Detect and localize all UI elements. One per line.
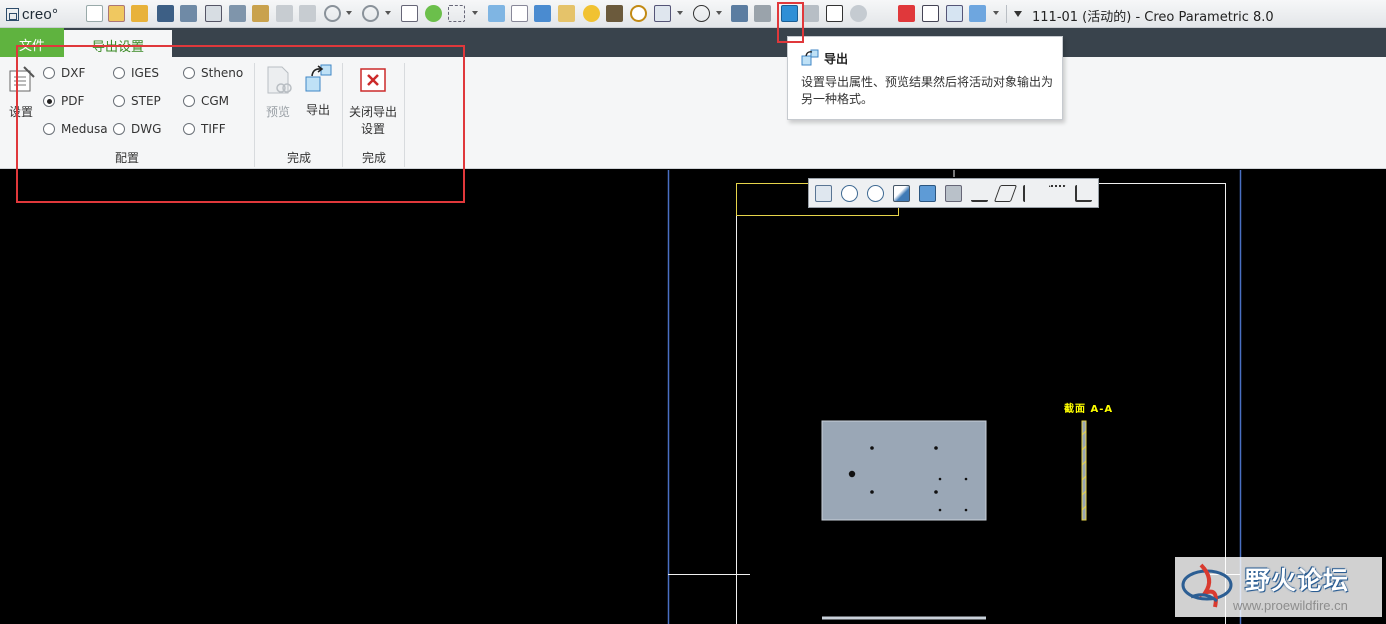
- page-setup-icon[interactable]: [802, 5, 819, 22]
- export-icon: [801, 49, 819, 66]
- refit-icon[interactable]: [815, 184, 832, 202]
- graphics-area[interactable]: [0, 170, 1386, 624]
- rename-icon[interactable]: [276, 5, 293, 22]
- check-icon[interactable]: [731, 5, 748, 22]
- display-style-icon[interactable]: [919, 184, 936, 202]
- import-icon[interactable]: [534, 5, 551, 22]
- export-tooltip: 导出 设置导出属性、预览结果然后将活动对象输出为另一种格式。: [787, 36, 1063, 120]
- watermark-url: www.proewildfire.cn: [1233, 598, 1348, 613]
- redo-icon[interactable]: [362, 5, 379, 22]
- view-dropdown-icon[interactable]: [993, 11, 999, 15]
- smiley-icon[interactable]: [583, 5, 600, 22]
- target-icon[interactable]: [630, 5, 647, 22]
- cancel-x-icon[interactable]: [874, 5, 891, 22]
- backup-icon[interactable]: [252, 5, 269, 22]
- eraser-icon[interactable]: [488, 5, 505, 22]
- tools-icon[interactable]: [606, 5, 623, 22]
- csys-display-icon[interactable]: [1075, 184, 1092, 202]
- text-icon[interactable]: [401, 5, 418, 22]
- save-copy-icon[interactable]: [229, 5, 246, 22]
- table-icon[interactable]: [826, 5, 843, 22]
- window-icon[interactable]: [654, 5, 671, 22]
- watermark-name: 野火论坛: [1245, 566, 1350, 595]
- graphics-toolbar: [808, 178, 1099, 208]
- open-folder-icon[interactable]: [131, 5, 148, 22]
- datum-display-icon[interactable]: [971, 185, 988, 202]
- point-display-icon[interactable]: [1049, 184, 1066, 202]
- save-icon[interactable]: [157, 5, 174, 22]
- 3d-view-icon[interactable]: [969, 5, 986, 22]
- erase-icon[interactable]: [299, 5, 316, 22]
- forum-watermark: 野火论坛 www.proewildfire.cn: [1175, 557, 1382, 617]
- switch-window-icon[interactable]: [946, 5, 963, 22]
- redo-dropdown-icon[interactable]: [385, 11, 391, 15]
- plane-display-icon[interactable]: [993, 184, 1018, 202]
- save-as-icon[interactable]: [180, 5, 197, 22]
- number-5-icon[interactable]: [693, 5, 710, 22]
- select-dropdown-icon[interactable]: [472, 11, 478, 15]
- drawing-icon[interactable]: [205, 5, 222, 22]
- window-title: 111-01 (活动的) - Creo Parametric 8.0: [1032, 10, 1274, 25]
- toolbar-separator: [1006, 5, 1007, 23]
- zoom-in-icon[interactable]: [841, 184, 858, 202]
- flame-logo-icon: [1181, 563, 1233, 608]
- repaint-icon[interactable]: [893, 184, 910, 202]
- axis-display-icon[interactable]: [1023, 184, 1040, 202]
- print-icon[interactable]: [754, 5, 771, 22]
- creo-logo-text: creo°: [22, 5, 59, 23]
- number-dropdown-icon[interactable]: [716, 11, 722, 15]
- regenerate-icon[interactable]: [425, 5, 442, 22]
- customize-toolbar-icon[interactable]: [1014, 11, 1022, 17]
- edit-icon[interactable]: [558, 5, 575, 22]
- timer-icon[interactable]: [850, 5, 867, 22]
- undo-dropdown-icon[interactable]: [346, 11, 352, 15]
- creo-logo: creo°: [6, 5, 58, 23]
- window-dropdown-icon[interactable]: [677, 11, 683, 15]
- tooltip-description: 设置导出属性、预览结果然后将活动对象输出为另一种格式。: [801, 75, 1054, 106]
- open-session-icon[interactable]: [108, 5, 125, 22]
- new-file-icon[interactable]: [86, 5, 103, 22]
- close-window-icon[interactable]: [898, 5, 915, 22]
- export-icon-highlight: [777, 2, 804, 43]
- drawing-sheet: [667, 170, 1242, 624]
- saved-views-icon[interactable]: [945, 184, 962, 202]
- sheet-view-icon[interactable]: [922, 5, 939, 22]
- section-label: 截面 A-A: [1064, 404, 1114, 415]
- zoom-out-icon[interactable]: [867, 184, 884, 202]
- ribbon-highlight: [16, 45, 465, 203]
- tooltip-title: 导出: [824, 52, 849, 66]
- select-box-icon[interactable]: [448, 5, 465, 22]
- sheet-icon[interactable]: [511, 5, 528, 22]
- creo-logo-icon: [6, 7, 19, 21]
- quick-access-toolbar: creo° 111-01 (活动的) - Creo Parametric 8.0: [0, 0, 1386, 28]
- undo-icon[interactable]: [324, 5, 341, 22]
